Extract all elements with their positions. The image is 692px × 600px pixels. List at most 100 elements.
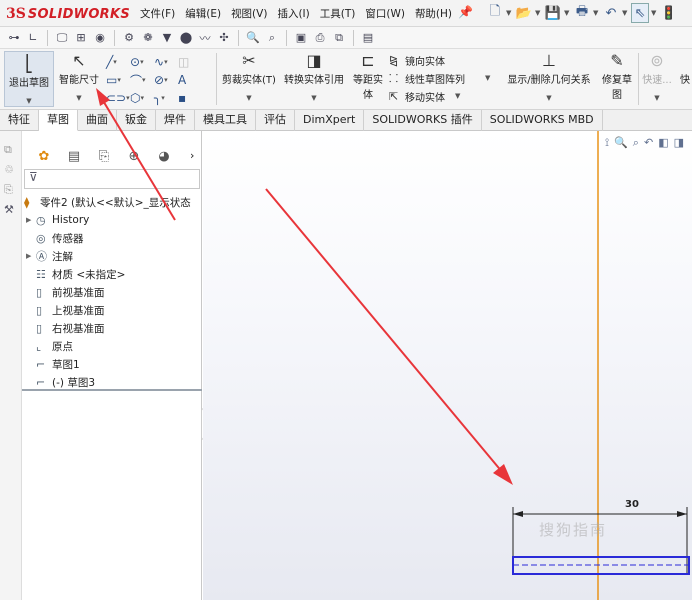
bucket-icon[interactable]: ▼ [159,30,175,46]
chevron-down-icon[interactable]: ▼ [506,9,513,17]
tab-weldments[interactable]: 焊件 [156,110,195,131]
offset-entities-button[interactable]: ⊏ 等距实 体 [350,51,386,101]
move-entities-button[interactable]: ⇱ 移动实体 ▼ [389,87,490,105]
tree-item[interactable]: ▯ 右视基准面 [26,319,105,337]
tree-item[interactable]: ⌞ 原点 [26,337,73,355]
binoculars-icon[interactable]: ⌕ [264,30,280,46]
menu-view[interactable]: 视图(V) [226,6,272,21]
display-icon[interactable]: ⊶ [6,30,22,46]
image-icon[interactable]: ▣ [293,30,309,46]
menu-window[interactable]: 窗口(W) [360,6,410,21]
select-pointer-icon[interactable]: ⇖ [631,3,649,23]
chevron-right-icon[interactable]: › [190,149,194,162]
plugin-icon[interactable]: ✣ [216,30,232,46]
recycle-icon[interactable]: ♲ [4,163,18,177]
configuration-tab-icon[interactable]: ⎘ [90,146,118,166]
solidworks-logo[interactable]: 3S SOLIDWORKS [6,5,130,23]
quick-snaps-button[interactable]: ⊚ 快速... ▼ [640,51,674,102]
globe-icon[interactable]: ◉ [92,30,108,46]
tree-item[interactable]: ▯ 前视基准面 [26,283,105,301]
tab-evaluate[interactable]: 评估 [256,110,295,131]
chevron-down-icon[interactable]: ▼ [546,94,551,102]
menu-insert[interactable]: 插入(I) [272,6,314,21]
chevron-down-icon[interactable]: ▼ [593,9,600,17]
tree-item[interactable]: ◎ 传感器 [26,229,84,247]
chevron-down-icon[interactable]: ▼ [535,9,542,17]
screenshot-icon[interactable]: ⧉ [331,30,347,46]
tab-mold-tools[interactable]: 模具工具 [195,110,256,131]
rectangle-icon[interactable]: ▭ ▾ [106,71,130,89]
tab-sheet-metal[interactable]: 钣金 [117,110,156,131]
tab-surfaces[interactable]: 曲面 [78,110,117,131]
chevron-down-icon[interactable]: ▼ [654,94,659,102]
sketch-corner-icon[interactable]: ∟ [25,30,41,46]
chevron-down-icon[interactable]: ▼ [622,9,629,17]
chevron-down-icon[interactable]: ▼ [311,94,316,102]
new-document-icon[interactable]: 🗋 [486,3,504,23]
chevron-down-icon[interactable]: ▼ [246,94,251,102]
polygon-icon[interactable]: ⬡ ▾ [130,89,154,107]
expand-arrow-icon[interactable]: ▶ [26,252,36,260]
document-icon[interactable]: ⎘ [4,183,18,197]
pin-icon[interactable]: 📌 [458,5,473,19]
chevron-down-icon[interactable]: ▼ [76,94,81,102]
repair-sketch-button[interactable]: ✎ 修复草 图 [597,51,637,101]
tree-item[interactable]: ⌐ 草图1 [26,355,80,373]
dimension-value[interactable]: 30 [625,499,639,510]
flow-icon[interactable]: ❁ [140,30,156,46]
filter-icon[interactable]: ⊽ [24,169,200,189]
point-icon[interactable]: ▪ [178,89,202,107]
search-icon[interactable]: 🔍 [245,30,261,46]
tree-item[interactable]: ▯ 上视基准面 [26,301,105,319]
chevron-down-icon[interactable]: ▼ [26,97,31,105]
wave-icon[interactable]: 〰 [197,30,213,46]
trim-entities-button[interactable]: ✂ 剪裁实体(T) ▼ [221,51,277,102]
circle-icon[interactable]: ⊙ ▾ [130,53,154,71]
layer-icon[interactable]: ⧉ [4,143,18,157]
smart-dimension-button[interactable]: ↖ 智能尺寸 ▼ [56,51,102,102]
chevron-down-icon[interactable]: ▼ [485,74,490,82]
rebuild-icon[interactable]: 🚦 [660,3,678,23]
dimxpert-tab-icon[interactable]: ⊕ [120,146,148,166]
gear-icon[interactable]: ⚙ [121,30,137,46]
mirror-entities-button[interactable]: ⧎ 镜向实体 [389,51,490,69]
menu-help[interactable]: 帮助(H) [410,6,457,21]
property-manager-tab-icon[interactable]: ▤ [60,146,88,166]
display-manager-tab-icon[interactable]: ◕ [150,146,178,166]
tree-item[interactable]: ☷ 材质 <未指定> [26,265,125,283]
menu-edit[interactable]: 编辑(E) [180,6,226,21]
tab-addins[interactable]: SOLIDWORKS 插件 [364,110,482,131]
text-icon[interactable]: A [178,71,202,89]
plane-tool-icon[interactable]: ◫ [178,53,202,71]
linear-pattern-button[interactable]: ⸬ 线性草图阵列 ▼ [389,69,490,87]
save-icon[interactable]: 💾 [544,3,562,23]
monitor-icon[interactable]: 🖵 [54,30,70,46]
feature-tree-tab-icon[interactable]: ✿ [30,146,58,166]
fillet-icon[interactable]: ╮ ▾ [154,89,178,107]
slot-icon[interactable]: ⊂⊃ ▾ [106,89,130,107]
notes-icon[interactable]: ▤ [360,30,376,46]
tab-dimxpert[interactable]: DimXpert [295,110,365,131]
print-icon[interactable]: 🖶 [573,3,591,23]
arc-icon[interactable]: ⌒ ▾ [130,71,154,89]
undo-icon[interactable]: ↶ [602,3,620,23]
exit-sketch-button[interactable]: ⎣ 退出草图 ▼ [4,51,54,107]
ellipse-icon[interactable]: ⊘ ▾ [154,71,178,89]
chevron-down-icon[interactable]: ▼ [564,9,571,17]
expand-arrow-icon[interactable]: ▶ [26,216,36,224]
menu-tools[interactable]: 工具(T) [315,6,361,21]
graphics-area[interactable]: ⟟ 🔍 ⌕ ↶ ◧ ◨ 30 搜狗指南 [203,131,692,600]
tab-mbd[interactable]: SOLIDWORKS MBD [482,110,603,131]
tree-root[interactable]: ⧫ 零件2 (默认<<默认>_显示状态 [24,193,191,211]
line-icon[interactable]: ╱ ▾ [106,53,130,71]
display-delete-relations-button[interactable]: ⊥ 显示/删除几何关系 ▼ [503,51,595,102]
spline-icon[interactable]: ∿ ▾ [154,53,178,71]
tree-item[interactable]: ▶ Ⓐ 注解 [26,247,73,265]
print-preview-icon[interactable]: ⎙ [312,30,328,46]
tools-icon[interactable]: ⚒ [4,203,18,217]
convert-entities-button[interactable]: ◨ 转换实体引用 ▼ [280,51,348,102]
tab-features[interactable]: 特征 [0,110,39,131]
chevron-down-icon[interactable]: ▼ [651,9,658,17]
quick-sketch-label[interactable]: 快 [680,71,690,86]
tree-item[interactable]: ▶ ◷ History [26,211,89,229]
